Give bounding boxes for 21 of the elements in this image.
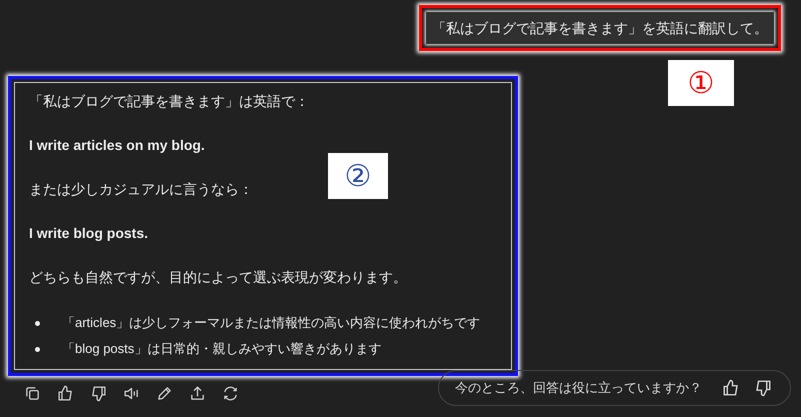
response-paragraph: または少しカジュアルに言うなら： [29, 180, 253, 199]
copy-button[interactable] [24, 384, 41, 402]
callout-label: ② [328, 153, 388, 199]
user-message: 「私はブログで記事を書きます」を英語に翻訳して。 [426, 12, 774, 44]
translation-text: I write articles on my blog. [29, 136, 205, 155]
thumbs-down-button[interactable] [90, 384, 107, 402]
bullet-icon [35, 320, 40, 326]
response-paragraph: どちらも自然ですが、目的によって選ぶ表現が変わります。 [29, 268, 407, 287]
thumbs-down-button[interactable] [754, 379, 772, 397]
response-paragraph: 「私はブログで記事を書きます」は英語で： [29, 92, 309, 111]
callout-label: ① [668, 60, 734, 106]
share-button[interactable] [189, 384, 206, 402]
refresh-button[interactable] [222, 384, 239, 402]
bullet-text: 「articles」は少しフォーマルまたは情報性の高い内容に使われがちです [62, 314, 480, 332]
thumbs-up-button[interactable] [57, 384, 74, 402]
translation-text: I write blog posts. [29, 224, 148, 243]
bullet-icon [35, 346, 40, 352]
bullet-text: 「blog posts」は日常的・親しみやすい響きがあります [62, 340, 382, 358]
thumbs-up-button[interactable] [722, 379, 740, 397]
pencil-button[interactable] [156, 384, 173, 402]
feedback-prompt: 今のところ、回答は役に立っていますか？ [455, 379, 702, 398]
